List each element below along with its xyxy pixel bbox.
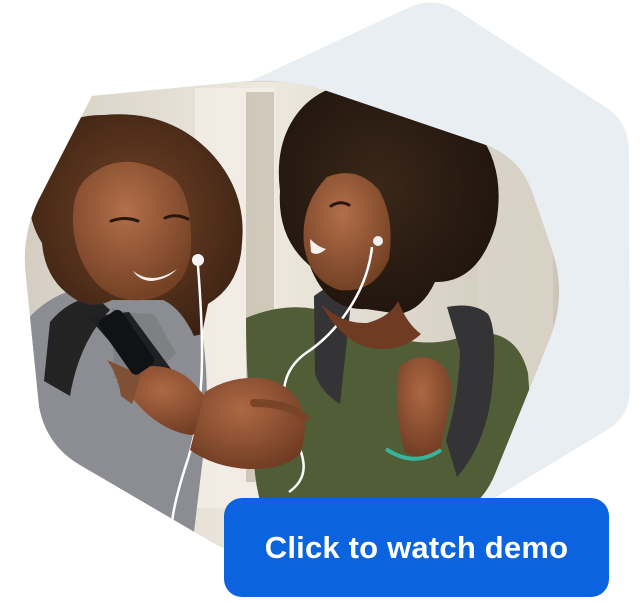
- watch-demo-button[interactable]: Click to watch demo: [224, 498, 609, 597]
